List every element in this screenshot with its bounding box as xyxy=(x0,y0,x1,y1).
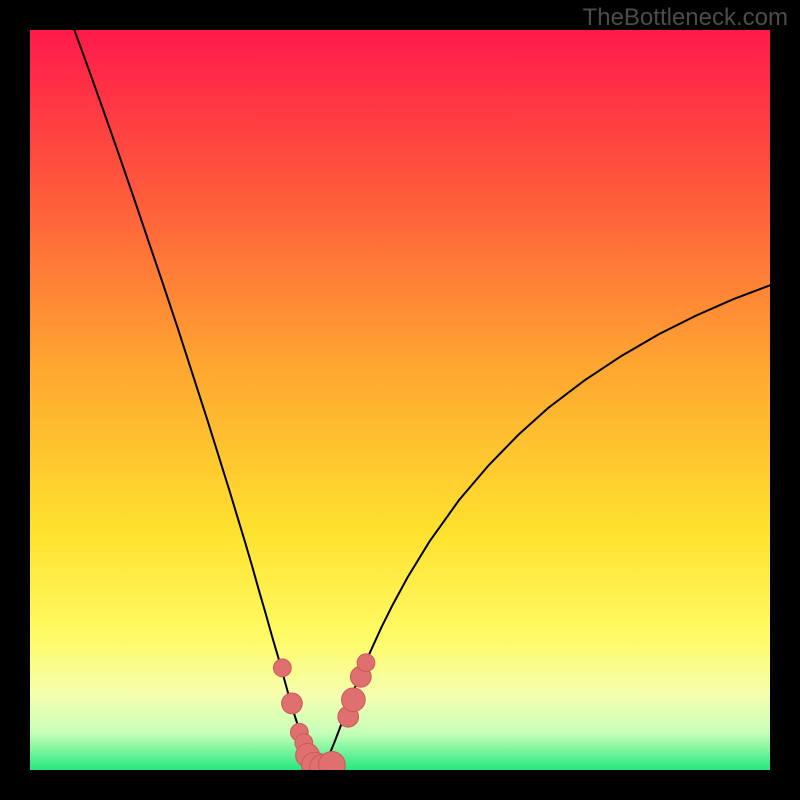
resolution-marker xyxy=(342,688,366,712)
plot-background xyxy=(30,30,770,770)
chart-frame: TheBottleneck.com xyxy=(0,0,800,800)
resolution-marker xyxy=(273,659,291,677)
resolution-marker xyxy=(357,654,375,672)
bottleneck-chart xyxy=(30,30,770,770)
watermark-text: TheBottleneck.com xyxy=(583,4,788,32)
resolution-marker xyxy=(282,693,303,714)
